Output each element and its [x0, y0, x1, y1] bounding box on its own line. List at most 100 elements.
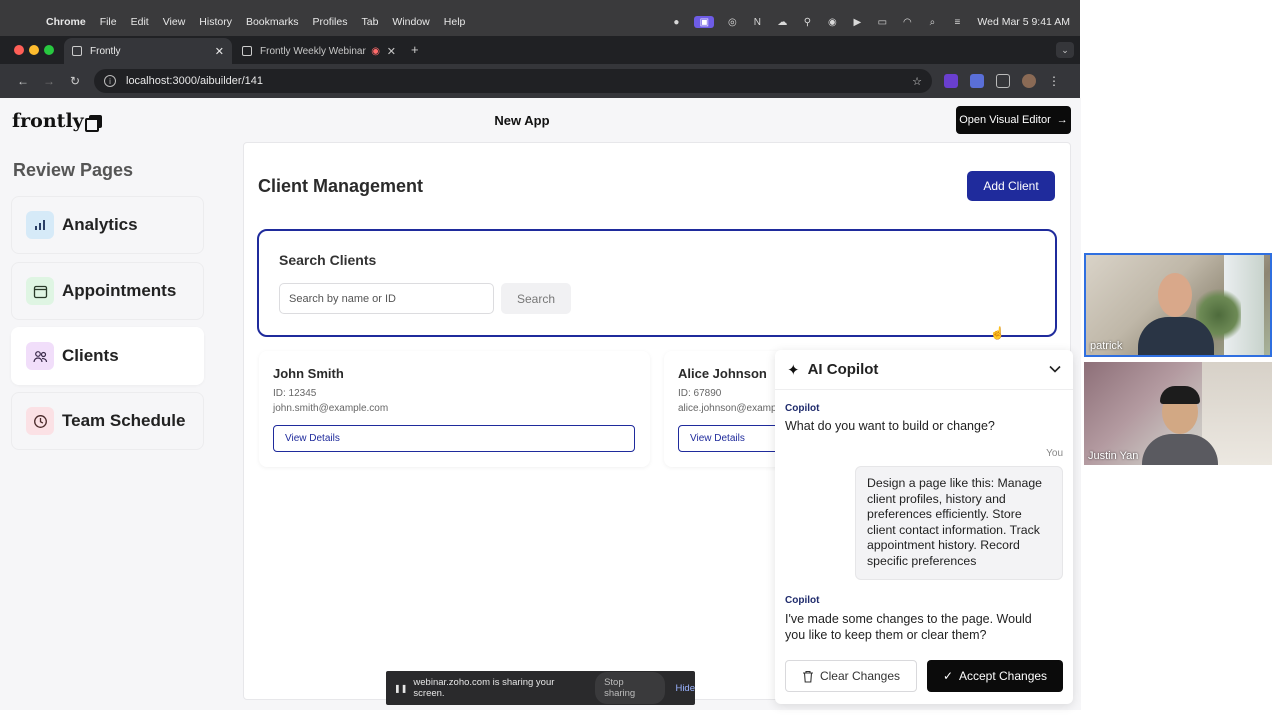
sidebar-item-team-schedule[interactable]: Team Schedule: [11, 392, 204, 450]
logo-text: frontly: [12, 110, 84, 132]
view-details-button[interactable]: View Details: [273, 425, 635, 452]
copilot-sender-label: Copilot: [785, 595, 820, 606]
menu-chrome[interactable]: Chrome: [46, 16, 86, 28]
user-message: Design a page like this: Manage client p…: [855, 466, 1063, 580]
new-tab-icon[interactable]: +: [411, 42, 419, 57]
participant-name: patrick: [1090, 340, 1123, 352]
address-bar[interactable]: i localhost:3000/aibuilder/141 ☆: [94, 69, 932, 93]
screen-share-icon[interactable]: ▣: [694, 16, 715, 28]
menu-dots-icon[interactable]: ⋮: [1048, 74, 1060, 88]
forward-icon[interactable]: →: [36, 74, 62, 88]
tab-frontly[interactable]: Frontly ✕: [64, 38, 232, 64]
page-title: Client Management: [258, 176, 424, 196]
frontly-logo[interactable]: frontly: [12, 110, 102, 132]
recording-icon: ◉: [371, 45, 380, 57]
site-info-icon[interactable]: i: [104, 75, 116, 87]
ai-copilot-panel: ✦ AI Copilot Copilot What do you want to…: [775, 350, 1073, 704]
close-tab-icon[interactable]: ✕: [215, 45, 224, 58]
zoom-window-button[interactable]: [44, 45, 54, 55]
client-email: alice.johnson@examp: [678, 403, 777, 414]
arrow-right-icon: →: [1056, 114, 1068, 126]
close-window-button[interactable]: [14, 45, 24, 55]
browser-toolbar: ← → ↻ i localhost:3000/aibuilder/141 ☆ ⋮: [0, 64, 1080, 98]
menu-history[interactable]: History: [199, 16, 232, 28]
timer-icon[interactable]: ◉: [825, 16, 839, 28]
sidebar-item-appointments[interactable]: Appointments: [11, 262, 204, 320]
clear-changes-button[interactable]: Clear Changes: [785, 660, 917, 692]
sparkle-icon: ✦: [787, 361, 800, 379]
sidebar-item-clients[interactable]: Clients: [11, 327, 204, 385]
minimize-window-button[interactable]: [29, 45, 39, 55]
bookmark-star-icon[interactable]: ☆: [912, 75, 922, 88]
participant-name: Justin Yan: [1088, 450, 1139, 462]
menu-profiles[interactable]: Profiles: [312, 16, 347, 28]
client-email: john.smith@example.com: [273, 403, 389, 414]
bar-chart-icon: [26, 211, 54, 239]
accept-changes-button[interactable]: ✓ Accept Changes: [927, 660, 1063, 692]
sidebar-item-label: Team Schedule: [62, 411, 186, 430]
pause-icon: ❚❚: [394, 683, 408, 693]
search-icon[interactable]: ⌕: [925, 16, 939, 28]
reload-icon[interactable]: ↻: [62, 74, 88, 88]
search-button[interactable]: Search: [501, 283, 571, 314]
client-card-alice-johnson: Alice Johnson ID: 67890 alice.johnson@ex…: [664, 351, 784, 467]
cloud-icon[interactable]: ☁: [775, 16, 789, 28]
menu-view[interactable]: View: [163, 16, 186, 28]
battery-icon[interactable]: ▭: [875, 16, 889, 28]
share-message: webinar.zoho.com is sharing your screen.: [413, 677, 555, 699]
menu-edit[interactable]: Edit: [131, 16, 149, 28]
notion-icon[interactable]: N: [750, 16, 764, 28]
add-client-button[interactable]: Add Client: [967, 171, 1055, 201]
extension-icon[interactable]: [944, 74, 958, 88]
tab-webinar[interactable]: Frontly Weekly Webinar ◉ ✕: [234, 38, 404, 64]
open-visual-editor-button[interactable]: Open Visual Editor →: [956, 106, 1071, 134]
clock-text[interactable]: Wed Mar 5 9:41 AM: [977, 16, 1070, 28]
hand-cursor-icon: ☝: [990, 326, 1005, 340]
clock-icon: [26, 407, 54, 435]
chevron-down-icon[interactable]: [1049, 364, 1061, 376]
logo-mark-icon: [84, 114, 102, 132]
client-name: John Smith: [273, 366, 344, 381]
tab-search-icon[interactable]: ⌄: [1056, 42, 1074, 58]
tab-label: Frontly Weekly Webinar: [260, 45, 366, 57]
client-name: Alice Johnson: [678, 366, 767, 381]
menu-window[interactable]: Window: [392, 16, 429, 28]
profile-avatar[interactable]: [1022, 74, 1036, 88]
video-panel: [1081, 0, 1280, 720]
copilot-header[interactable]: ✦ AI Copilot: [775, 350, 1073, 390]
wifi-icon[interactable]: ◠: [900, 16, 914, 28]
view-details-button[interactable]: View Details: [678, 425, 784, 452]
extension-icon[interactable]: [970, 74, 984, 88]
search-clients-title: Search Clients: [279, 252, 377, 268]
participant-body: [1138, 317, 1214, 355]
accept-changes-label: Accept Changes: [959, 669, 1048, 683]
search-input[interactable]: [279, 283, 494, 314]
pin-icon[interactable]: ⚲: [800, 16, 814, 28]
record-icon[interactable]: ●: [669, 16, 683, 28]
extensions-puzzle-icon[interactable]: [996, 74, 1010, 88]
sidebar-item-label: Clients: [62, 346, 119, 365]
sidebar-item-label: Appointments: [62, 281, 177, 300]
control-center-icon[interactable]: ≡: [950, 16, 964, 28]
menu-file[interactable]: File: [100, 16, 117, 28]
menu-help[interactable]: Help: [444, 16, 466, 28]
close-tab-icon[interactable]: ✕: [387, 45, 396, 58]
menu-bookmarks[interactable]: Bookmarks: [246, 16, 299, 28]
client-id: ID: 12345: [273, 388, 317, 399]
play-icon[interactable]: ▶: [850, 16, 864, 28]
menu-tab[interactable]: Tab: [361, 16, 378, 28]
hide-link[interactable]: Hide: [675, 683, 695, 694]
back-icon[interactable]: ←: [10, 74, 36, 88]
stop-sharing-button[interactable]: Stop sharing: [595, 672, 666, 704]
frontly-favicon-icon: [72, 46, 82, 56]
copilot-sender-label: Copilot: [785, 403, 820, 414]
sidebar-item-analytics[interactable]: Analytics: [11, 196, 204, 254]
copilot-title: AI Copilot: [807, 361, 879, 378]
participant-video-justin[interactable]: Justin Yan: [1084, 362, 1272, 465]
clear-changes-label: Clear Changes: [819, 669, 901, 683]
participant-video-patrick[interactable]: patrick: [1084, 253, 1272, 357]
status-area: ● ▣ ◎ N ☁ ⚲ ◉ ▶ ▭ ◠ ⌕ ≡ Wed Mar 5 9:41 A…: [669, 16, 1070, 28]
sync-icon[interactable]: ◎: [725, 16, 739, 28]
open-editor-label: Open Visual Editor: [959, 114, 1051, 126]
user-sender-label: You: [1046, 448, 1063, 459]
